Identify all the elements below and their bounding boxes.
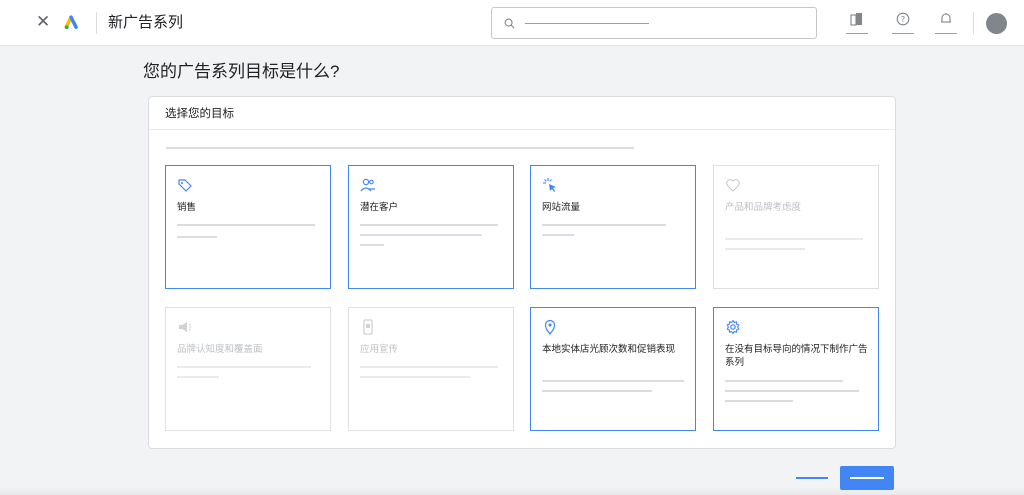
reports-icon bbox=[850, 13, 862, 26]
goal-card-brand-consideration: 产品和品牌考虑度 bbox=[713, 165, 879, 289]
goal-card-sales[interactable]: 销售 bbox=[165, 165, 331, 289]
phone-icon bbox=[363, 319, 373, 335]
goal-card-label: 网站流量 bbox=[542, 202, 581, 213]
megaphone-icon bbox=[179, 322, 192, 332]
avatar[interactable] bbox=[986, 13, 1007, 34]
reports-button[interactable] bbox=[846, 10, 868, 34]
goal-card-label: 本地实体店光顾次数和促销表现 bbox=[542, 344, 676, 355]
panel-header: 选择您的目标 bbox=[149, 97, 895, 130]
panel-description-placeholder bbox=[166, 147, 634, 149]
goal-card-brand-awareness: 品牌认知度和覆盖面 bbox=[165, 307, 331, 431]
notifications-button[interactable] bbox=[935, 10, 957, 34]
gear-icon bbox=[726, 319, 740, 335]
cancel-button[interactable] bbox=[796, 467, 830, 489]
header-divider-right bbox=[973, 12, 974, 34]
people-icon bbox=[360, 178, 375, 192]
goal-card-label: 品牌认知度和覆盖面 bbox=[177, 344, 263, 355]
header-divider bbox=[96, 12, 97, 34]
goal-card-app-promotion: 应用宣传 bbox=[348, 307, 514, 431]
help-button[interactable]: ? bbox=[892, 10, 914, 34]
page-title: 您的广告系列目标是什么? bbox=[143, 62, 340, 81]
search-icon bbox=[504, 18, 515, 29]
goal-card-label: 销售 bbox=[177, 202, 197, 213]
continue-button[interactable] bbox=[840, 466, 894, 490]
campaign-title: 新广告系列 bbox=[108, 14, 184, 31]
goal-card-label: 潜在客户 bbox=[360, 202, 399, 213]
notifications-icon bbox=[941, 13, 951, 23]
goal-card-label: 在没有目标导向的情况下制作广告系列 bbox=[725, 344, 868, 368]
click-cursor-icon bbox=[543, 178, 556, 192]
goal-card-no-goal-guidance[interactable]: 在没有目标导向的情况下制作广告系列 bbox=[713, 307, 879, 431]
goal-card-label: 产品和品牌考虑度 bbox=[725, 202, 802, 213]
panel-title: 选择您的目标 bbox=[165, 108, 234, 120]
goal-selection-panel: 选择您的目标 销售 潜在客户 网站流量 产品和品牌考虑度 品牌认知度和覆盖面 应… bbox=[148, 96, 896, 449]
top-app-bar: ✕ 新广告系列 ? bbox=[0, 0, 1024, 46]
close-icon[interactable]: ✕ bbox=[36, 12, 50, 32]
goal-card-label: 应用宣传 bbox=[360, 344, 399, 355]
svg-text:?: ? bbox=[901, 15, 905, 24]
help-icon: ? bbox=[896, 12, 910, 26]
goal-card-leads[interactable]: 潜在客户 bbox=[348, 165, 514, 289]
search-input[interactable] bbox=[491, 7, 817, 39]
heart-icon bbox=[726, 179, 740, 192]
tag-icon bbox=[178, 179, 192, 192]
goal-card-website-traffic[interactable]: 网站流量 bbox=[530, 165, 696, 289]
location-pin-icon bbox=[544, 319, 556, 335]
goal-card-local-store-visits[interactable]: 本地实体店光顾次数和促销表现 bbox=[530, 307, 696, 431]
search-placeholder bbox=[525, 23, 649, 24]
google-ads-logo[interactable] bbox=[64, 13, 81, 30]
